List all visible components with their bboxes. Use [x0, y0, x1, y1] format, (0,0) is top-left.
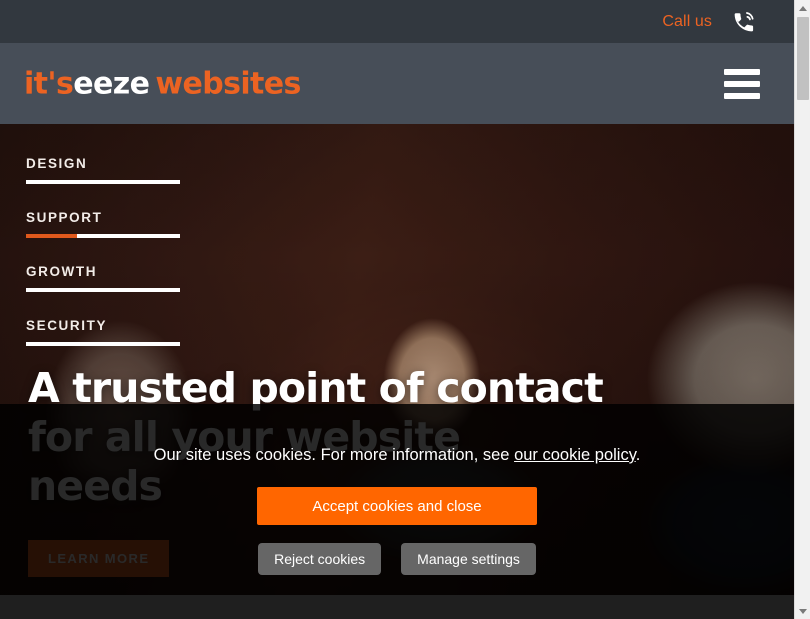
feature-progress-track-design	[26, 180, 180, 184]
vertical-scrollbar[interactable]	[794, 0, 810, 619]
feature-progress-fill-support	[26, 234, 77, 238]
hamburger-menu-icon[interactable]	[724, 68, 760, 99]
logo-part-its: it's	[24, 66, 74, 101]
cookie-consent-banner: Our site uses cookies. For more informat…	[0, 404, 794, 595]
feature-label-support: SUPPORT	[26, 210, 103, 225]
feature-item-design[interactable]: DESIGN	[26, 156, 182, 184]
feature-item-growth[interactable]: GROWTH	[26, 264, 182, 292]
cookie-consent-message: Our site uses cookies. For more informat…	[154, 446, 641, 465]
scrollbar-down-arrow-icon[interactable]	[795, 603, 810, 619]
feature-item-security[interactable]: SECURITY	[26, 318, 182, 346]
scrollbar-thumb[interactable]	[797, 17, 809, 100]
reject-cookies-button[interactable]: Reject cookies	[258, 543, 382, 575]
phone-ringing-icon[interactable]	[730, 8, 758, 36]
hamburger-bar-1	[724, 68, 760, 75]
feature-label-security: SECURITY	[26, 318, 108, 333]
manage-settings-button[interactable]: Manage settings	[401, 543, 536, 575]
hamburger-bar-3	[724, 92, 760, 99]
scrollbar-up-arrow-icon[interactable]	[795, 0, 810, 16]
cookie-message-prefix: Our site uses cookies. For more informat…	[153, 446, 515, 464]
site-logo[interactable]: it'seeze websites	[24, 66, 301, 101]
chevron-up-icon	[798, 5, 807, 11]
cookie-secondary-actions: Reject cookies Manage settings	[258, 543, 536, 575]
logo-part-websites: websites	[155, 66, 301, 101]
feature-progress-track-security	[26, 342, 180, 346]
top-utility-bar: Call us	[0, 0, 794, 43]
accept-cookies-button[interactable]: Accept cookies and close	[257, 487, 537, 525]
page-bottom-strip	[0, 595, 794, 619]
browser-viewport: Call us it'seeze websites DESIGN SUPPORT…	[0, 0, 810, 619]
call-us-link[interactable]: Call us	[662, 13, 712, 31]
logo-part-eeze: eeze	[73, 66, 150, 101]
hero-feature-nav: DESIGN SUPPORT GROWTH SECURITY	[26, 156, 182, 372]
cookie-message-suffix: .	[635, 446, 641, 464]
cookie-policy-link[interactable]: our cookie policy	[514, 446, 636, 464]
web-page: Call us it'seeze websites DESIGN SUPPORT…	[0, 0, 794, 619]
feature-label-growth: GROWTH	[26, 264, 98, 279]
feature-progress-track-growth	[26, 288, 180, 292]
feature-progress-track-support	[26, 234, 180, 238]
feature-item-support[interactable]: SUPPORT	[26, 210, 182, 238]
feature-label-design: DESIGN	[26, 156, 88, 171]
hamburger-bar-2	[724, 80, 760, 87]
chevron-down-icon	[798, 608, 807, 614]
site-header: it'seeze websites	[0, 43, 794, 124]
